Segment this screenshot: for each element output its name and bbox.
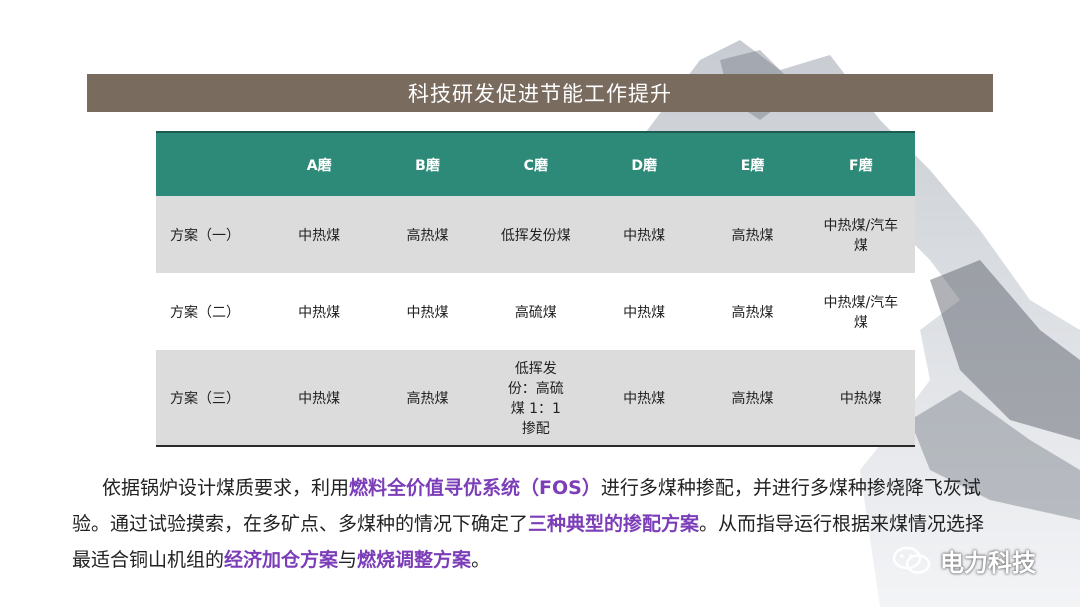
highlight-blending-schemes: 三种典型的掺配方案: [528, 513, 700, 535]
table-cell: 中热煤: [623, 304, 666, 321]
highlight-fos-system: 燃料全价值寻优系统（FOS）: [349, 477, 601, 499]
table-cell: 中热煤: [623, 390, 666, 407]
table-row: 方案（三） 中热煤 高热煤 低挥发份：高硫煤 1：1 掺配 中热煤 高热煤 中热…: [156, 350, 915, 445]
table-cell: 低挥发份：高硫煤 1：1 掺配: [507, 360, 564, 437]
table-header-row: A磨 B磨 C磨 D磨 E磨 F磨: [156, 132, 915, 196]
row-label: 方案（二）: [170, 304, 240, 321]
paragraph-text: 。: [471, 549, 491, 571]
table-cell: 中热煤: [623, 227, 666, 244]
row-label: 方案（一）: [170, 227, 240, 244]
table-row: 方案（一） 中热煤 高热煤 低挥发份煤 中热煤 高热煤 中热煤/汽车煤: [156, 196, 915, 273]
paragraph-text: 与: [338, 549, 358, 571]
table-cell: 中热煤: [298, 304, 341, 321]
table-cell: 高硫煤: [514, 304, 557, 321]
table-cell: 中热煤: [839, 390, 882, 407]
header-cell: E磨: [740, 157, 765, 174]
table-cell: 中热煤: [298, 390, 341, 407]
row-label: 方案（三）: [170, 390, 240, 407]
paragraph-text: 依据锅炉设计煤质要求，利用: [102, 477, 350, 499]
table-cell: 中热煤: [298, 227, 341, 244]
table-row: 方案（二） 中热煤 中热煤 高硫煤 中热煤 高热煤 中热煤/汽车煤: [156, 273, 915, 350]
table-cell: 高热煤: [731, 390, 774, 407]
wechat-icon: [892, 546, 931, 574]
watermark-text: 电力科技: [940, 549, 1036, 577]
header-cell: C磨: [523, 157, 548, 174]
table-cell: 低挥发份煤: [500, 227, 571, 244]
header-cell: F磨: [849, 157, 873, 174]
highlight-combustion-scheme: 燃烧调整方案: [357, 549, 472, 571]
table-cell: 中热煤/汽车煤: [823, 294, 899, 331]
table-cell: 高热煤: [731, 304, 774, 321]
table-cell: 高热煤: [406, 227, 449, 244]
table-cell: 中热煤/汽车煤: [823, 217, 899, 254]
table-cell: 中热煤: [406, 304, 449, 321]
description-paragraph: 依据锅炉设计煤质要求，利用燃料全价值寻优系统（FOS）进行多煤种掺配，并进行多煤…: [72, 470, 1002, 578]
highlight-bunker-scheme: 经济加仓方案: [224, 549, 339, 571]
header-cell: B磨: [415, 157, 440, 174]
header-cell: [156, 132, 265, 196]
watermark: 电力科技: [892, 543, 1036, 578]
slide-title: 科技研发促进节能工作提升: [87, 74, 993, 112]
header-cell: D磨: [631, 157, 657, 174]
header-cell: A磨: [306, 157, 332, 174]
table-cell: 高热煤: [406, 390, 449, 407]
coal-blending-table: A磨 B磨 C磨 D磨 E磨 F磨 方案（一） 中热煤 高热煤 低挥发份煤 中热…: [156, 131, 915, 447]
table-cell: 高热煤: [731, 227, 774, 244]
